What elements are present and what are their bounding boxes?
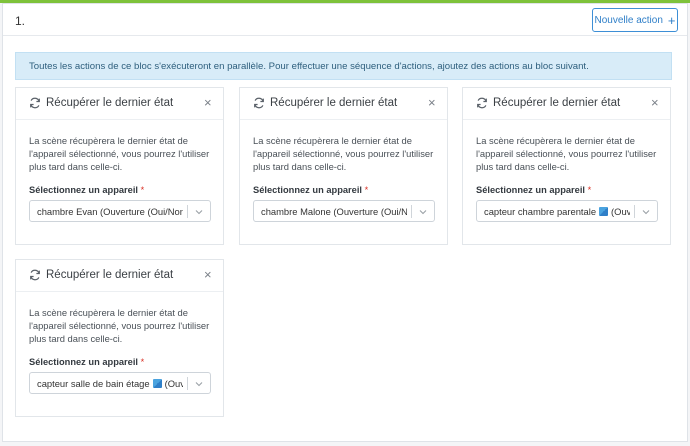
action-block: 1. Nouvelle action + Toutes les actions … bbox=[2, 3, 688, 442]
select-value: chambre Evan (Ouverture (Oui/Non)) bbox=[37, 206, 183, 217]
close-icon[interactable]: × bbox=[651, 96, 659, 109]
card-header: Récupérer le dernier état × bbox=[16, 260, 223, 292]
action-card: Récupérer le dernier état × La scène réc… bbox=[239, 87, 448, 245]
action-card: Récupérer le dernier état × La scène réc… bbox=[462, 87, 671, 245]
device-field-label: Sélectionnez un appareil * bbox=[29, 185, 144, 195]
card-description: La scène récupèrera le dernier état de l… bbox=[476, 135, 657, 172]
sensor-icon bbox=[599, 207, 609, 216]
card-title: Récupérer le dernier état bbox=[46, 97, 174, 109]
card-title: Récupérer le dernier état bbox=[46, 269, 174, 281]
select-value-suffix: (Ouve... bbox=[611, 206, 630, 217]
plus-icon: + bbox=[667, 12, 676, 28]
refresh-icon bbox=[477, 97, 487, 109]
device-field-label-text: Sélectionnez un appareil bbox=[476, 185, 586, 195]
card-header: Récupérer le dernier état × bbox=[240, 88, 447, 120]
block-header: 1. Nouvelle action + bbox=[3, 4, 687, 36]
select-value-suffix: (Ouve... bbox=[164, 378, 183, 389]
device-field-label: Sélectionnez un appareil * bbox=[253, 185, 368, 195]
chevron-down-icon[interactable] bbox=[194, 379, 204, 389]
card-title: Récupérer le dernier état bbox=[493, 97, 621, 109]
select-divider bbox=[187, 205, 188, 218]
close-icon[interactable]: × bbox=[204, 96, 212, 109]
required-mark: * bbox=[364, 185, 369, 195]
close-icon[interactable]: × bbox=[428, 96, 436, 109]
chevron-down-icon[interactable] bbox=[194, 207, 204, 217]
select-value: capteur salle de bain étage (Ouve... bbox=[37, 378, 183, 389]
card-description: La scène récupèrera le dernier état de l… bbox=[29, 135, 210, 172]
card-description: La scène récupèrera le dernier état de l… bbox=[253, 135, 434, 172]
device-select[interactable]: capteur chambre parentale (Ouve... bbox=[476, 200, 658, 222]
required-mark: * bbox=[587, 185, 592, 195]
card-title: Récupérer le dernier état bbox=[270, 97, 398, 109]
sensor-icon bbox=[152, 379, 162, 388]
card-description: La scène récupèrera le dernier état de l… bbox=[29, 307, 210, 344]
required-mark: * bbox=[140, 185, 145, 195]
select-divider bbox=[411, 205, 412, 218]
select-value: capteur chambre parentale (Ouve... bbox=[484, 206, 630, 217]
parallel-info-banner: Toutes les actions de ce bloc s'exécuter… bbox=[15, 52, 672, 80]
new-action-button[interactable]: Nouvelle action + bbox=[592, 8, 678, 32]
new-action-label: Nouvelle action bbox=[594, 14, 663, 26]
select-value-text: chambre Malone (Ouverture (Oui/No... bbox=[261, 206, 407, 217]
device-field-label: Sélectionnez un appareil * bbox=[29, 357, 144, 367]
chevron-down-icon[interactable] bbox=[418, 207, 428, 217]
card-header: Récupérer le dernier état × bbox=[463, 88, 670, 120]
select-divider bbox=[187, 377, 188, 390]
chevron-down-icon[interactable] bbox=[641, 207, 651, 217]
device-select[interactable]: chambre Malone (Ouverture (Oui/No... bbox=[253, 200, 435, 222]
select-value: chambre Malone (Ouverture (Oui/No... bbox=[261, 206, 407, 217]
device-select[interactable]: chambre Evan (Ouverture (Oui/Non)) bbox=[29, 200, 211, 222]
device-select[interactable]: capteur salle de bain étage (Ouve... bbox=[29, 372, 211, 394]
block-index: 1. bbox=[15, 14, 26, 28]
refresh-icon bbox=[30, 97, 40, 109]
select-value-text: capteur chambre parentale bbox=[484, 206, 597, 217]
action-card: Récupérer le dernier état × La scène réc… bbox=[15, 87, 224, 245]
refresh-icon bbox=[254, 97, 264, 109]
card-header: Récupérer le dernier état × bbox=[16, 88, 223, 120]
action-card: Récupérer le dernier état × La scène réc… bbox=[15, 259, 224, 417]
device-field-label: Sélectionnez un appareil * bbox=[476, 185, 591, 195]
required-mark: * bbox=[140, 357, 145, 367]
device-field-label-text: Sélectionnez un appareil bbox=[29, 357, 139, 367]
device-field-label-text: Sélectionnez un appareil bbox=[29, 185, 139, 195]
info-text: Toutes les actions de ce bloc s'exécuter… bbox=[29, 60, 589, 72]
refresh-icon bbox=[30, 269, 40, 281]
device-field-label-text: Sélectionnez un appareil bbox=[253, 185, 363, 195]
select-divider bbox=[634, 205, 635, 218]
select-value-text: capteur salle de bain étage bbox=[37, 378, 150, 389]
close-icon[interactable]: × bbox=[204, 268, 212, 281]
select-value-text: chambre Evan (Ouverture (Oui/Non)) bbox=[37, 206, 183, 217]
